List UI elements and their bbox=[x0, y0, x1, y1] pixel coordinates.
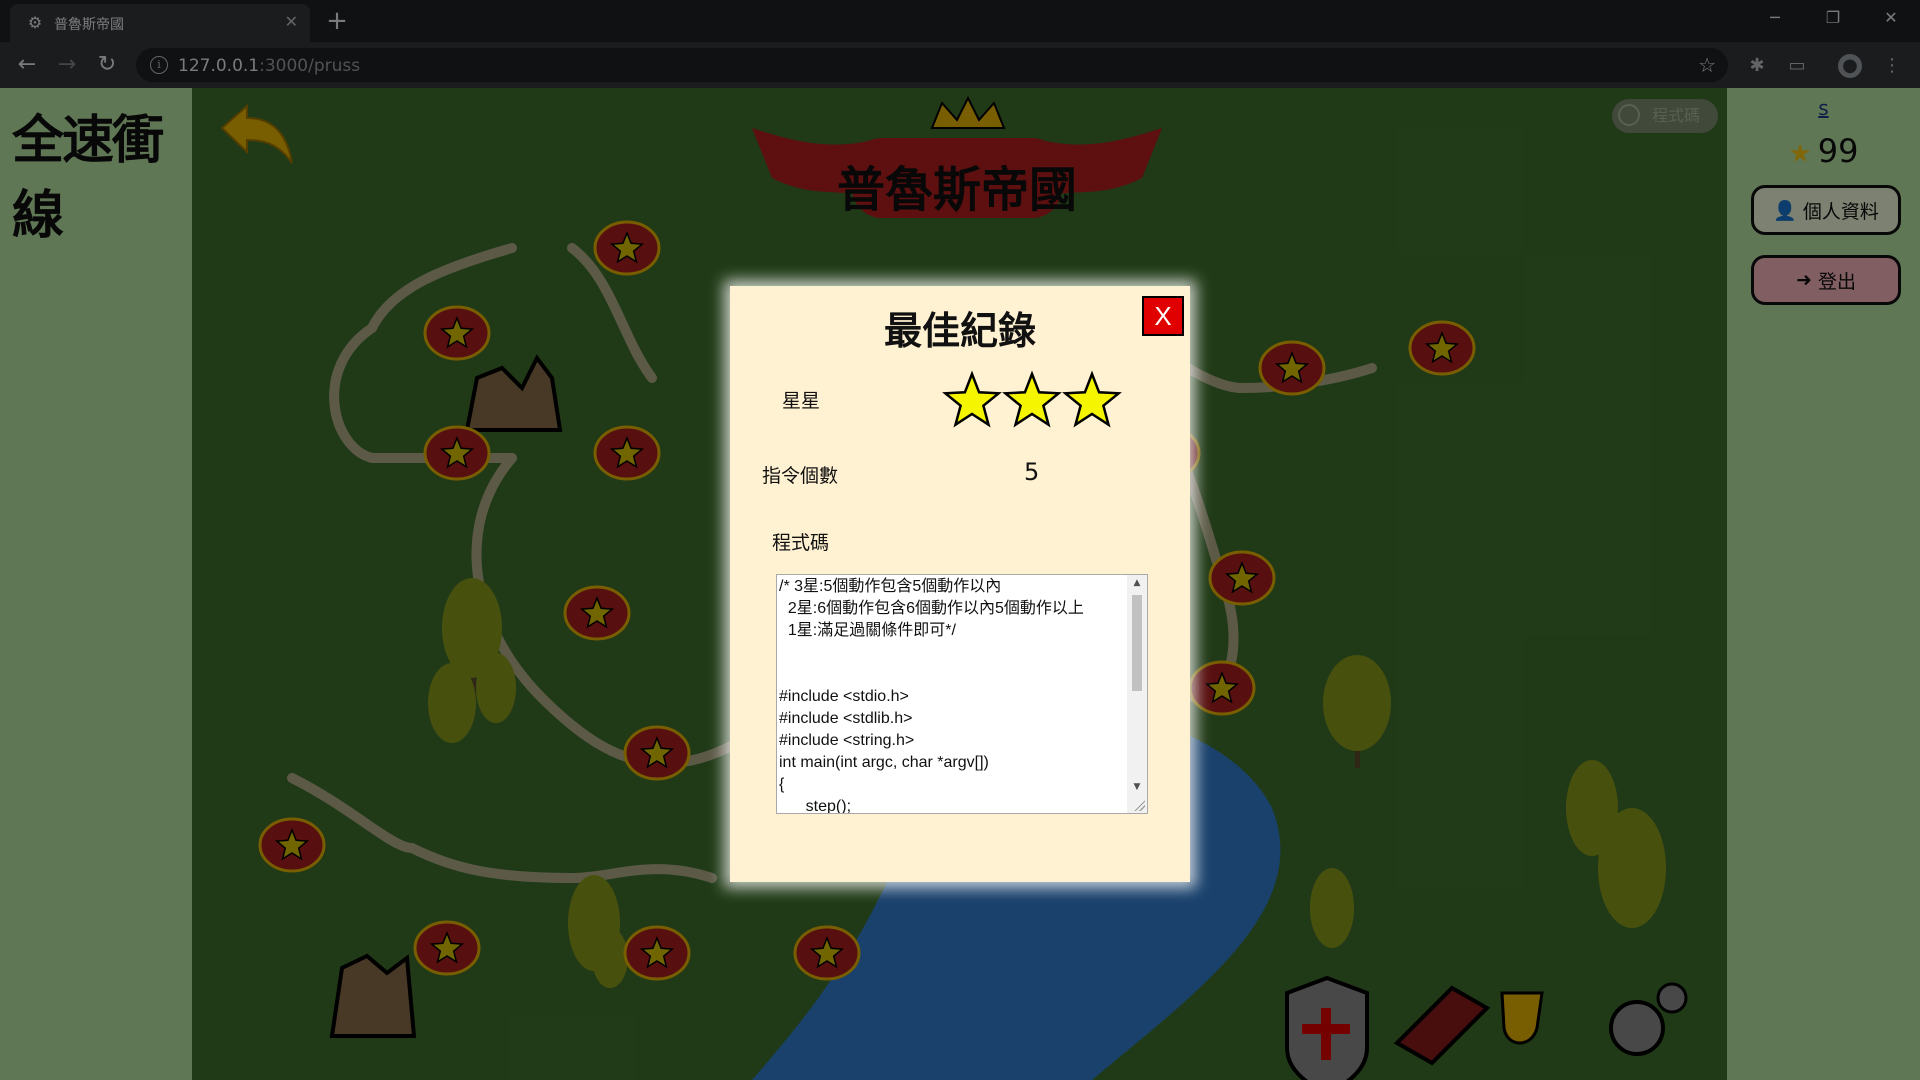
code-scrollbar[interactable]: ▲ ▼ bbox=[1127, 575, 1147, 813]
scroll-thumb[interactable] bbox=[1132, 595, 1142, 691]
resize-grip-icon[interactable] bbox=[1133, 799, 1145, 811]
code-textarea[interactable]: /* 3星:5個動作包含5個動作以內 2星:6個動作包含6個動作以內5個動作以上… bbox=[776, 574, 1148, 814]
rating-star-icon bbox=[1002, 370, 1062, 428]
commands-label: 指令個數 bbox=[762, 465, 839, 487]
scroll-up-icon[interactable]: ▲ bbox=[1127, 575, 1147, 591]
dialog-close-button[interactable]: X bbox=[1142, 296, 1184, 336]
best-record-dialog: 最佳紀錄 X 星星 指令個數 5 程式碼 /* 3星:5個動作包含5個動作以內 … bbox=[730, 286, 1190, 882]
rating-star-icon bbox=[1062, 370, 1122, 428]
stars-label: 星星 bbox=[782, 390, 821, 412]
rating-star-icon bbox=[942, 370, 1002, 428]
scroll-down-icon[interactable]: ▼ bbox=[1127, 779, 1147, 795]
dialog-title: 最佳紀錄 bbox=[883, 309, 1036, 353]
star-rating bbox=[942, 370, 1122, 428]
code-text: /* 3星:5個動作包含5個動作以內 2星:6個動作包含6個動作以內5個動作以上… bbox=[779, 578, 1084, 814]
commands-value: 5 bbox=[1024, 458, 1040, 486]
code-label: 程式碼 bbox=[772, 532, 830, 554]
